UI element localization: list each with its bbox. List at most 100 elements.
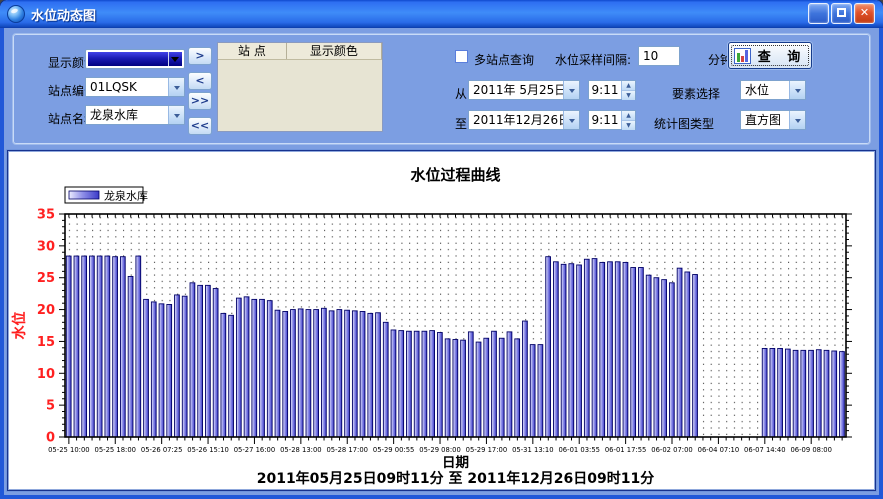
svg-text:06-01 17:55: 06-01 17:55 xyxy=(605,446,647,454)
interval-label: 水位采样间隔: xyxy=(555,51,631,68)
spin-up-icon[interactable]: ▲ xyxy=(622,111,635,120)
minimize-button[interactable] xyxy=(808,3,829,24)
bar xyxy=(213,289,218,437)
bar xyxy=(206,285,211,437)
chevron-down-icon[interactable] xyxy=(168,78,184,96)
bar xyxy=(329,311,334,437)
bar xyxy=(159,304,164,437)
svg-text:05-31 13:10: 05-31 13:10 xyxy=(512,446,554,454)
spin-down-icon[interactable]: ▼ xyxy=(622,120,635,130)
close-button[interactable]: ✕ xyxy=(854,3,875,24)
color-swatch xyxy=(88,52,182,66)
bar xyxy=(832,351,837,437)
bar xyxy=(654,278,659,437)
chevron-down-icon[interactable] xyxy=(563,111,579,129)
chart-type-value: 直方图 xyxy=(741,111,789,129)
bar xyxy=(669,283,674,437)
display-color-combo[interactable] xyxy=(85,49,185,69)
svg-text:05-27 16:00: 05-27 16:00 xyxy=(234,446,276,454)
chevron-down-icon[interactable] xyxy=(789,111,805,129)
bar xyxy=(182,296,187,437)
bar xyxy=(283,311,288,437)
bar xyxy=(136,256,141,437)
y-axis-title: 水位 xyxy=(11,312,28,340)
bar xyxy=(120,257,125,437)
svg-text:25: 25 xyxy=(37,271,55,286)
bar xyxy=(306,310,311,437)
bar xyxy=(229,315,234,437)
bar xyxy=(321,308,326,437)
bar xyxy=(360,311,365,437)
bar xyxy=(90,256,95,437)
bar xyxy=(383,322,388,437)
bar xyxy=(368,313,373,437)
bar xyxy=(445,339,450,437)
add-all-stations-button[interactable]: >> xyxy=(188,92,212,110)
svg-text:05-29 08:00: 05-29 08:00 xyxy=(419,446,461,454)
from-time-spinner[interactable]: 9:11 ▲ ▼ xyxy=(588,80,636,100)
bar xyxy=(662,280,667,437)
bar xyxy=(314,310,319,437)
element-combo[interactable]: 水位 xyxy=(740,80,806,100)
svg-text:05-25 18:00: 05-25 18:00 xyxy=(95,446,137,454)
chevron-down-icon[interactable] xyxy=(563,81,579,99)
bar xyxy=(553,262,558,437)
bar xyxy=(105,256,110,437)
chevron-down-icon[interactable] xyxy=(789,81,805,99)
svg-text:05-25 10:00: 05-25 10:00 xyxy=(48,446,90,454)
multi-station-checkbox[interactable] xyxy=(455,50,468,63)
svg-text:10: 10 xyxy=(37,367,55,382)
bar-chart-icon xyxy=(734,48,751,64)
station-code-combo[interactable]: 01LQSK xyxy=(85,77,185,97)
remove-all-stations-button[interactable]: << xyxy=(188,117,212,135)
from-label: 从 xyxy=(455,85,467,102)
add-station-button[interactable]: > xyxy=(188,47,212,65)
bar xyxy=(113,257,118,437)
bar xyxy=(252,299,257,437)
bar xyxy=(484,338,489,437)
bar xyxy=(267,301,272,437)
station-list[interactable]: 站 点 显示颜色 xyxy=(217,42,383,132)
bar xyxy=(631,268,636,437)
bar xyxy=(762,348,767,437)
bar xyxy=(352,311,357,437)
bar xyxy=(824,350,829,437)
window-body: 显示颜色 站点编号 01LQSK 站点名称 龙泉水库 > < >> << 站 点… xyxy=(0,28,883,499)
maximize-button[interactable] xyxy=(831,3,852,24)
bar xyxy=(615,262,620,437)
chart-panel: 0510152025303505-25 10:0005-25 18:0005-2… xyxy=(7,150,876,491)
svg-text:06-04 07:10: 06-04 07:10 xyxy=(698,446,740,454)
bar xyxy=(569,264,574,437)
query-button[interactable]: 查 询 xyxy=(728,42,812,69)
svg-text:30: 30 xyxy=(37,239,55,254)
bar xyxy=(453,340,458,437)
to-date-picker[interactable]: 2011年12月26日 xyxy=(468,110,580,130)
chart-type-combo[interactable]: 直方图 xyxy=(740,110,806,130)
bar xyxy=(337,310,342,437)
bar xyxy=(407,331,412,437)
display-color-column-header[interactable]: 显示颜色 xyxy=(287,43,382,59)
bar xyxy=(82,256,87,437)
station-name-combo[interactable]: 龙泉水库 xyxy=(85,105,185,125)
multi-station-label: 多站点查询 xyxy=(474,51,534,68)
spin-up-icon[interactable]: ▲ xyxy=(622,81,635,90)
station-list-header: 站 点 显示颜色 xyxy=(218,43,382,60)
bar xyxy=(608,262,613,437)
bar xyxy=(685,272,690,437)
remove-station-button[interactable]: < xyxy=(188,72,212,90)
bar xyxy=(816,350,821,437)
spin-down-icon[interactable]: ▼ xyxy=(622,90,635,100)
bar xyxy=(584,259,589,437)
to-time-spinner[interactable]: 9:11 ▲ ▼ xyxy=(588,110,636,130)
interval-input[interactable]: 10 xyxy=(638,46,680,66)
titlebar[interactable]: 水位动态图 ✕ xyxy=(0,0,883,28)
bar xyxy=(793,350,798,437)
bar xyxy=(646,275,651,437)
app-window: 水位动态图 ✕ 显示颜色 站点编号 01LQSK 站点名称 龙泉水库 > < >… xyxy=(0,0,883,499)
chart-legend: 龙泉水库 xyxy=(65,187,148,203)
y-tick-labels: 05101520253035 xyxy=(37,208,55,446)
chart-type-label: 统计图类型 xyxy=(654,115,714,132)
station-column-header[interactable]: 站 点 xyxy=(218,43,287,59)
chevron-down-icon[interactable] xyxy=(168,106,184,124)
from-date-picker[interactable]: 2011年 5月25日 xyxy=(468,80,580,100)
